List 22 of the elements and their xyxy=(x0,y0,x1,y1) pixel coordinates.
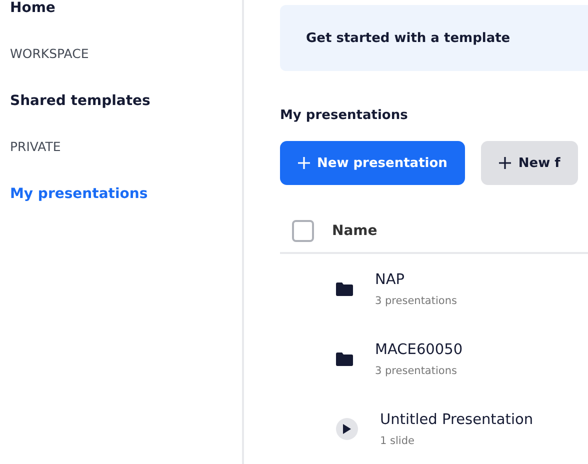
item-name[interactable]: Untitled Presentation xyxy=(380,412,534,428)
plus-icon xyxy=(298,157,310,170)
sidebar-heading: WORKSPACE xyxy=(10,46,89,61)
folder-icon xyxy=(336,352,353,366)
column-header[interactable]: Name xyxy=(332,223,378,240)
sidebar-link[interactable]: Home xyxy=(10,0,56,16)
section-title: My presentations xyxy=(280,108,408,124)
item-name[interactable]: NAP xyxy=(375,272,457,288)
folder-icon xyxy=(336,282,353,296)
item-name[interactable]: MACE60050 xyxy=(375,342,463,358)
new-folder-button[interactable]: New f xyxy=(481,141,578,186)
plus-icon xyxy=(499,157,512,170)
banner-title: Get started with a template xyxy=(306,30,510,46)
item-detail: 1 slide xyxy=(380,434,416,446)
sidebar-heading: PRIVATE xyxy=(10,139,61,154)
new-presentation-button[interactable]: New presentation xyxy=(280,141,466,186)
sidebar-link[interactable]: My presentations xyxy=(10,186,148,202)
sidebar-link[interactable]: Shared templates xyxy=(10,93,150,109)
play-icon xyxy=(336,418,358,440)
item-detail: 3 presentations xyxy=(375,364,458,376)
item-detail: 3 presentations xyxy=(375,294,457,306)
select-all-checkbox[interactable] xyxy=(292,220,314,242)
